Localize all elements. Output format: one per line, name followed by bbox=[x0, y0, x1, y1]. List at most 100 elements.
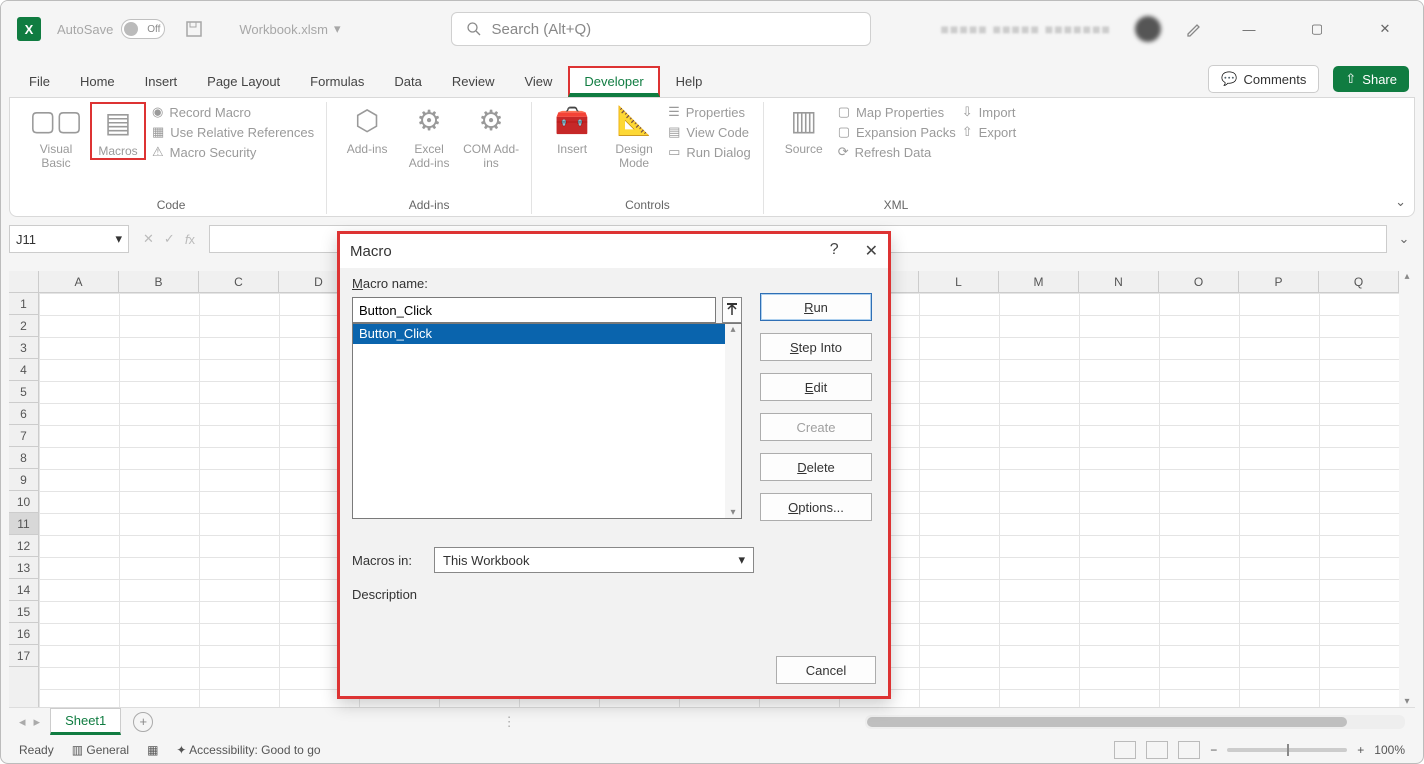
tab-help[interactable]: Help bbox=[662, 68, 717, 97]
column-header[interactable]: P bbox=[1239, 271, 1319, 292]
vertical-scrollbar[interactable] bbox=[1399, 271, 1415, 707]
row-header[interactable]: 14 bbox=[9, 579, 38, 601]
row-header[interactable]: 11 bbox=[9, 513, 38, 535]
excel-addins-button[interactable]: ⚙ Excel Add-ins bbox=[401, 102, 457, 170]
row-header[interactable]: 3 bbox=[9, 337, 38, 359]
column-header[interactable]: N bbox=[1079, 271, 1159, 292]
view-page-break-button[interactable] bbox=[1178, 741, 1200, 759]
options-button[interactable]: Options... bbox=[760, 493, 872, 521]
formula-expand-button[interactable]: ⌄ bbox=[1393, 231, 1415, 247]
tab-data[interactable]: Data bbox=[380, 68, 435, 97]
record-macro-button[interactable]: ◉ Record Macro bbox=[152, 104, 314, 120]
search-box[interactable]: Search (Alt+Q) bbox=[451, 12, 871, 46]
view-normal-button[interactable] bbox=[1114, 741, 1136, 759]
comments-button[interactable]: 💬 Comments bbox=[1208, 65, 1319, 93]
save-icon[interactable] bbox=[185, 20, 203, 38]
visual-basic-button[interactable]: ▢▢ Visual Basic bbox=[28, 102, 84, 170]
refresh-data-button[interactable]: ⟳ Refresh Data bbox=[838, 144, 956, 160]
column-header[interactable]: A bbox=[39, 271, 119, 292]
sheet-bar-grip[interactable]: ⋮ bbox=[495, 714, 524, 730]
pen-icon[interactable] bbox=[1185, 20, 1203, 38]
cancel-formula-icon[interactable]: ✕ bbox=[143, 231, 154, 247]
run-dialog-button[interactable]: ▭ Run Dialog bbox=[668, 144, 751, 160]
expansion-packs-button[interactable]: ▢ Expansion Packs bbox=[838, 124, 956, 140]
macro-listbox[interactable]: Button_Click bbox=[352, 323, 742, 519]
share-button[interactable]: ⇧ Share bbox=[1333, 66, 1409, 92]
sheet-tab-active[interactable]: Sheet1 bbox=[50, 708, 121, 735]
column-header[interactable]: Q bbox=[1319, 271, 1399, 292]
row-header[interactable]: 12 bbox=[9, 535, 38, 557]
fx-icon[interactable]: fx bbox=[185, 232, 195, 247]
tab-page-layout[interactable]: Page Layout bbox=[193, 68, 294, 97]
view-code-button[interactable]: ▤ View Code bbox=[668, 124, 751, 140]
run-button[interactable]: Run bbox=[760, 293, 872, 321]
tab-view[interactable]: View bbox=[510, 68, 566, 97]
xml-import-button[interactable]: ⇩ Import bbox=[962, 104, 1016, 120]
row-header[interactable]: 17 bbox=[9, 645, 38, 667]
ribbon-collapse-button[interactable]: ⌄ bbox=[1395, 194, 1406, 210]
addins-button[interactable]: ⬡ Add-ins bbox=[339, 102, 395, 156]
properties-button[interactable]: ☰ Properties bbox=[668, 104, 751, 120]
column-header[interactable]: O bbox=[1159, 271, 1239, 292]
xml-export-button[interactable]: ⇧ Export bbox=[962, 124, 1016, 140]
row-header[interactable]: 9 bbox=[9, 469, 38, 491]
macros-button[interactable]: ▤ Macros bbox=[90, 102, 146, 160]
tab-home[interactable]: Home bbox=[66, 68, 129, 97]
window-minimize-button[interactable]: — bbox=[1227, 14, 1271, 44]
tab-developer[interactable]: Developer bbox=[568, 66, 659, 97]
row-header[interactable]: 7 bbox=[9, 425, 38, 447]
cancel-button[interactable]: Cancel bbox=[776, 656, 876, 684]
row-header[interactable]: 10 bbox=[9, 491, 38, 513]
account-avatar[interactable] bbox=[1135, 16, 1161, 42]
dialog-help-button[interactable]: ? bbox=[830, 241, 839, 261]
sheet-prev-icon[interactable]: ◂ bbox=[19, 714, 26, 730]
row-header[interactable]: 16 bbox=[9, 623, 38, 645]
window-close-button[interactable]: ✕ bbox=[1363, 14, 1407, 44]
xml-source-button[interactable]: ▥ Source bbox=[776, 102, 832, 156]
status-stats-icon[interactable]: ▦ bbox=[147, 743, 158, 757]
zoom-in-button[interactable]: + bbox=[1357, 743, 1364, 757]
listbox-scrollbar[interactable] bbox=[725, 324, 741, 518]
macros-in-combo[interactable]: This Workbook ▾ bbox=[434, 547, 754, 573]
macro-name-input[interactable] bbox=[352, 297, 716, 323]
row-header[interactable]: 5 bbox=[9, 381, 38, 403]
delete-button[interactable]: Delete bbox=[760, 453, 872, 481]
use-relative-references-button[interactable]: ▦ Use Relative References bbox=[152, 124, 314, 140]
tab-insert[interactable]: Insert bbox=[131, 68, 192, 97]
row-header[interactable]: 2 bbox=[9, 315, 38, 337]
reference-picker-button[interactable] bbox=[722, 297, 742, 323]
macro-security-button[interactable]: ⚠ Macro Security bbox=[152, 144, 314, 160]
row-header[interactable]: 1 bbox=[9, 293, 38, 315]
tab-formulas[interactable]: Formulas bbox=[296, 68, 378, 97]
map-properties-button[interactable]: ▢ Map Properties bbox=[838, 104, 956, 120]
column-header[interactable]: L bbox=[919, 271, 999, 292]
name-box[interactable]: J11 ▾ bbox=[9, 225, 129, 253]
status-accessibility[interactable]: ✦ Accessibility: Good to go bbox=[176, 743, 320, 757]
workbook-name[interactable]: Workbook.xlsm ▾ bbox=[239, 21, 340, 37]
com-addins-button[interactable]: ⚙ COM Add-ins bbox=[463, 102, 519, 170]
row-header[interactable]: 6 bbox=[9, 403, 38, 425]
insert-control-button[interactable]: 🧰 Insert bbox=[544, 102, 600, 156]
horizontal-scrollbar[interactable] bbox=[865, 715, 1405, 729]
design-mode-button[interactable]: 📐 Design Mode bbox=[606, 102, 662, 170]
step-into-button[interactable]: Step Into bbox=[760, 333, 872, 361]
edit-button[interactable]: Edit bbox=[760, 373, 872, 401]
zoom-slider[interactable] bbox=[1227, 748, 1347, 752]
zoom-level[interactable]: 100% bbox=[1374, 743, 1405, 757]
sheet-next-icon[interactable]: ▸ bbox=[34, 714, 41, 730]
tab-review[interactable]: Review bbox=[438, 68, 509, 97]
dialog-title-bar[interactable]: Macro ? ✕ bbox=[340, 234, 888, 268]
autosave-toggle[interactable]: AutoSave Off bbox=[57, 19, 165, 39]
row-header[interactable]: 8 bbox=[9, 447, 38, 469]
dialog-close-button[interactable]: ✕ bbox=[865, 241, 878, 261]
column-header[interactable]: B bbox=[119, 271, 199, 292]
add-sheet-button[interactable]: + bbox=[133, 712, 153, 732]
zoom-out-button[interactable]: − bbox=[1210, 743, 1217, 757]
accept-formula-icon[interactable]: ✓ bbox=[164, 231, 175, 247]
column-header[interactable]: C bbox=[199, 271, 279, 292]
window-maximize-button[interactable]: ▢ bbox=[1295, 14, 1339, 44]
row-header[interactable]: 4 bbox=[9, 359, 38, 381]
tab-file[interactable]: File bbox=[15, 68, 64, 97]
column-header[interactable]: M bbox=[999, 271, 1079, 292]
view-page-layout-button[interactable] bbox=[1146, 741, 1168, 759]
